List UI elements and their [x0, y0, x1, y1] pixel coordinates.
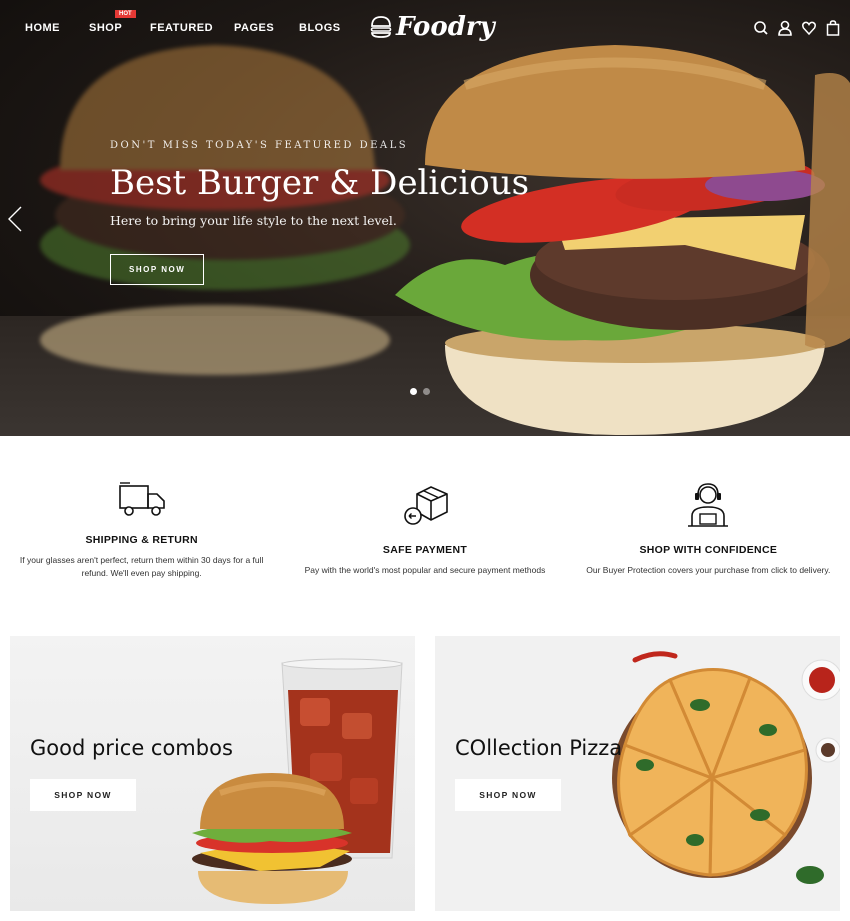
feature-payment: SAFE PAYMENT Pay with the world's most p… — [283, 436, 566, 636]
combo-burger-image — [192, 773, 352, 904]
pizza-image — [612, 651, 840, 884]
header-icons — [754, 20, 840, 36]
nav-blogs-link[interactable]: BLOGS — [299, 22, 341, 34]
promo-shop-now-button[interactable]: SHOP NOW — [455, 779, 561, 811]
slider-prev-arrow-icon[interactable] — [8, 206, 22, 232]
nav-featured-link[interactable]: FEATURED — [150, 22, 213, 34]
promo-title: COllection Pizza — [455, 736, 623, 760]
slider-dots — [410, 388, 430, 395]
hero-content: DON'T MISS TODAY'S FEATURED DEALS Best B… — [110, 140, 529, 285]
hero-headline: Best Burger & Delicious — [110, 163, 530, 203]
hot-badge: HOT — [115, 10, 136, 18]
promo-title: Good price combos — [30, 736, 233, 760]
nav-pages-link[interactable]: PAGES — [234, 22, 274, 34]
promo-pizza[interactable]: COllection Pizza SHOP NOW — [435, 636, 840, 911]
box-return-icon — [404, 486, 448, 525]
user-icon[interactable] — [778, 20, 792, 36]
logo-text: Foodry — [396, 12, 495, 42]
burger-logo-icon — [370, 16, 392, 38]
nav-shop-link[interactable]: SHOP — [89, 22, 122, 34]
search-icon[interactable] — [754, 20, 768, 36]
feature-confidence: SHOP WITH CONFIDENCE Our Buyer Protectio… — [567, 436, 850, 636]
hero-kicker: DON'T MISS TODAY'S FEATURED DEALS — [110, 140, 409, 151]
feature-description: Our Buyer Protection covers your purchas… — [586, 565, 831, 575]
feature-title: SAFE PAYMENT — [382, 544, 468, 556]
feature-shipping: SHIPPING & RETURN If your glasses aren't… — [0, 436, 283, 636]
promo-shop-now-button[interactable]: SHOP NOW — [30, 779, 136, 811]
feature-title: SHIPPING & RETURN — [85, 534, 198, 546]
main-navigation: HOME SHOP HOT FEATURED PAGES BLOGS Foodr… — [0, 0, 850, 58]
feature-title: SHOP WITH CONFIDENCE — [639, 544, 778, 556]
heart-icon[interactable] — [802, 20, 816, 36]
truck-icon — [118, 482, 165, 516]
support-agent-icon — [688, 483, 729, 527]
hero-subtitle: Here to bring your life style to the nex… — [110, 213, 397, 228]
cart-icon[interactable] — [826, 20, 840, 36]
nav-home-link[interactable]: HOME — [25, 22, 60, 34]
feature-description: If your glasses aren't perfect, return t… — [19, 555, 264, 578]
features-row: SHIPPING & RETURN If your glasses aren't… — [0, 436, 850, 636]
hero-shop-now-button[interactable]: SHOP NOW — [110, 254, 205, 285]
slider-dot-2[interactable] — [423, 388, 430, 395]
feature-description: Pay with the world's most popular and se… — [304, 565, 546, 575]
hero-slider: HOME SHOP HOT FEATURED PAGES BLOGS Foodr… — [0, 0, 850, 436]
site-logo[interactable]: Foodry — [370, 12, 495, 42]
slider-dot-1[interactable] — [410, 388, 417, 395]
promo-combos[interactable]: Good price combos SHOP NOW — [10, 636, 415, 911]
